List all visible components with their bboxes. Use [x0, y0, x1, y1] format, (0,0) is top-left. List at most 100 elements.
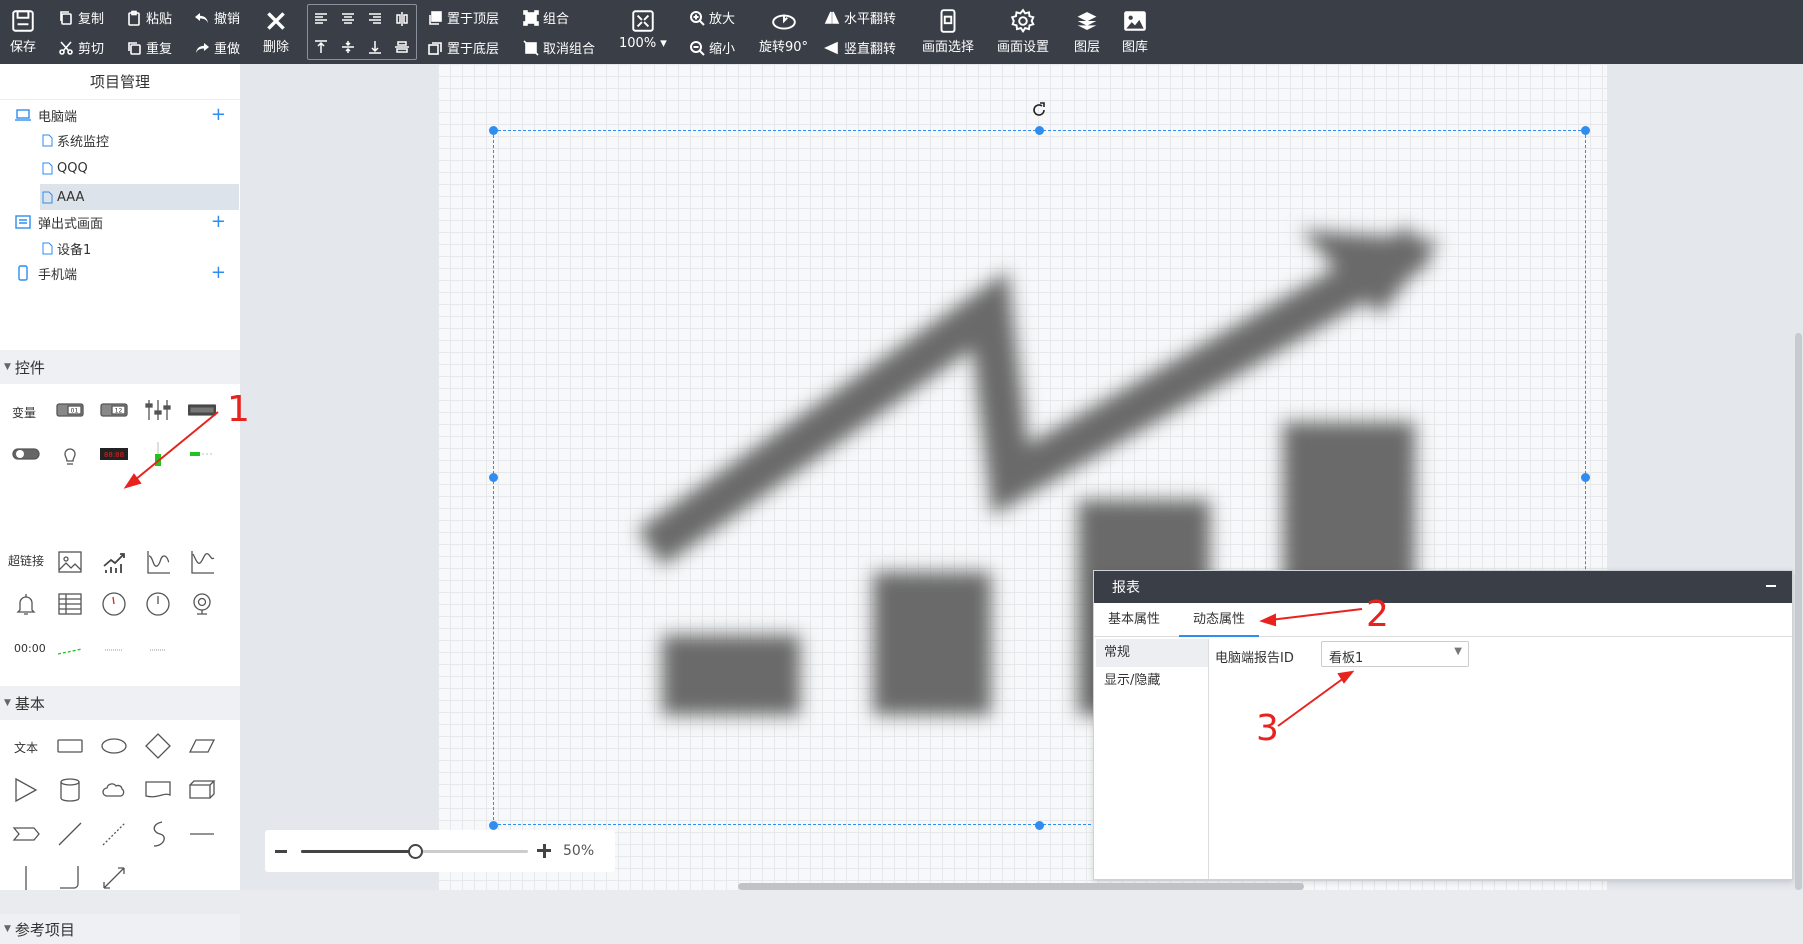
gallery-button[interactable]: 图库	[1122, 8, 1148, 55]
bulb-icon[interactable]	[52, 436, 88, 472]
delete-button[interactable]: 删除	[263, 8, 289, 55]
reference-section-header[interactable]: ▼ 参考项目	[0, 914, 240, 944]
number-display-12-control[interactable]: 12	[96, 392, 132, 428]
gauge-icon[interactable]	[96, 586, 132, 622]
zoom-track[interactable]	[301, 844, 528, 859]
group-button[interactable]: 组合	[523, 8, 569, 27]
zoom-slider-handle[interactable]	[407, 844, 423, 859]
horizontal-scrollbar[interactable]	[738, 883, 1304, 890]
step-arrow-shape-icon[interactable]	[8, 816, 44, 852]
dashed-line-icon[interactable]	[52, 632, 88, 668]
hyperlink-control[interactable]: 超链接	[8, 552, 44, 569]
resize-handle-nw[interactable]	[489, 126, 498, 135]
undo-button[interactable]: 撤销	[194, 8, 240, 27]
zoom-in-button[interactable]: 放大	[689, 8, 735, 27]
add-popup-screen-button[interactable]: +	[211, 213, 226, 231]
history-curve-icon[interactable]	[184, 544, 220, 580]
sidebar-item-show-hide[interactable]: 显示/隐藏	[1096, 667, 1208, 695]
send-bottom-button[interactable]: 置于底层	[427, 38, 499, 57]
panel-splitter[interactable]	[240, 64, 249, 890]
tree-group-pc[interactable]: 电脑端 +	[0, 102, 240, 128]
tree-item-device1[interactable]: 设备1	[0, 235, 240, 261]
number-display-01-control[interactable]: 01	[52, 392, 88, 428]
variable-control[interactable]: 变量	[12, 404, 36, 421]
resize-handle-sw[interactable]	[489, 821, 498, 830]
redo-button[interactable]: 重做	[194, 38, 240, 57]
level-bar-icon[interactable]	[140, 436, 176, 472]
text-shape[interactable]: 文本	[14, 739, 38, 756]
tree-group-popup[interactable]: 弹出式画面 +	[0, 209, 240, 235]
dynamic-text-icon[interactable]	[140, 632, 176, 668]
rotate-handle-icon[interactable]	[1030, 101, 1048, 119]
document-shape-icon[interactable]	[140, 772, 176, 808]
align-top-icon[interactable]	[308, 35, 334, 59]
line-shape-icon[interactable]	[52, 816, 88, 852]
zoom-select[interactable]: 100% ▾	[619, 8, 667, 51]
repeat-button[interactable]: 重复	[126, 38, 172, 57]
flip-horizontal-button[interactable]: 水平翻转	[824, 8, 896, 27]
rectangle-shape-icon[interactable]	[52, 728, 88, 764]
dialog-titlebar[interactable]: 报表	[1094, 571, 1792, 603]
add-mobile-screen-button[interactable]: +	[211, 264, 226, 282]
pc-report-id-select[interactable]: 看板1 ▼	[1321, 641, 1469, 667]
tab-dynamic-properties[interactable]: 动态属性	[1179, 603, 1260, 637]
resize-handle-s[interactable]	[1035, 821, 1044, 830]
progress-bar-icon[interactable]	[184, 436, 220, 472]
slider-control-icon[interactable]	[140, 392, 176, 428]
align-center-icon[interactable]	[335, 7, 361, 31]
diamond-shape-icon[interactable]	[140, 728, 176, 764]
tab-basic-properties[interactable]: 基本属性	[1094, 603, 1174, 637]
align-middle-icon[interactable]	[335, 35, 361, 59]
resize-handle-e[interactable]	[1581, 473, 1590, 482]
dial-clock-icon[interactable]	[140, 586, 176, 622]
ellipse-shape-icon[interactable]	[96, 728, 132, 764]
zoom-out-minus-icon[interactable]	[275, 850, 287, 853]
led-display-icon[interactable]: 88:88	[96, 436, 132, 472]
controls-section-header[interactable]: ▼ 控件	[0, 350, 240, 384]
screen-select-button[interactable]: 画面选择	[922, 8, 974, 55]
dashed-line-shape-icon[interactable]	[96, 816, 132, 852]
vertical-line-icon[interactable]	[8, 860, 44, 896]
align-left-icon[interactable]	[308, 7, 334, 31]
align-vcenter-icon[interactable]	[389, 35, 415, 59]
resize-handle-ne[interactable]	[1581, 126, 1590, 135]
resize-handle-n[interactable]	[1035, 126, 1044, 135]
ungroup-button[interactable]: 取消组合	[523, 38, 595, 57]
triangle-shape-icon[interactable]	[8, 772, 44, 808]
basic-section-header[interactable]: ▼ 基本	[0, 686, 240, 720]
bring-top-button[interactable]: 置于顶层	[427, 8, 499, 27]
parallelogram-shape-icon[interactable]	[184, 728, 220, 764]
cut-button[interactable]: 剪切	[58, 38, 104, 57]
paste-button[interactable]: 粘贴	[126, 8, 172, 27]
align-right-icon[interactable]	[362, 7, 388, 31]
cloud-shape-icon[interactable]	[96, 772, 132, 808]
clock-control[interactable]: 00:00	[14, 642, 46, 655]
zoom-out-button[interactable]: 缩小	[689, 38, 735, 57]
scroll-text-icon[interactable]	[96, 632, 132, 668]
layers-button[interactable]: 图层	[1074, 8, 1100, 55]
curve-shape-icon[interactable]	[140, 816, 176, 852]
cylinder-shape-icon[interactable]	[52, 772, 88, 808]
save-button[interactable]: 保存	[10, 8, 36, 55]
elbow-connector-icon[interactable]	[52, 860, 88, 896]
screen-settings-button[interactable]: 画面设置	[997, 8, 1049, 55]
sidebar-item-general[interactable]: 常规	[1096, 639, 1208, 667]
cube-shape-icon[interactable]	[184, 772, 220, 808]
tree-item-qqq[interactable]: QQQ	[0, 155, 240, 181]
tree-item-aaa[interactable]: AAA	[40, 184, 239, 210]
rotate-button[interactable]: 旋转90°	[759, 8, 808, 55]
flip-vertical-button[interactable]: 竖直翻转	[824, 38, 896, 57]
align-hcenter-icon[interactable]	[389, 7, 415, 31]
alarm-bell-icon[interactable]	[8, 586, 44, 622]
minimize-icon[interactable]	[1764, 579, 1778, 593]
camera-icon[interactable]	[184, 586, 220, 622]
zoom-in-plus-icon[interactable]	[537, 842, 555, 860]
add-pc-screen-button[interactable]: +	[211, 106, 226, 124]
toggle-switch-icon[interactable]	[8, 436, 44, 472]
chart-report-control-icon[interactable]	[96, 544, 132, 580]
vertical-scrollbar[interactable]	[1795, 333, 1802, 890]
horizontal-line-icon[interactable]	[184, 816, 220, 852]
trend-curve-icon[interactable]	[140, 544, 176, 580]
table-control-icon[interactable]	[52, 586, 88, 622]
button-control-icon[interactable]	[184, 392, 220, 428]
